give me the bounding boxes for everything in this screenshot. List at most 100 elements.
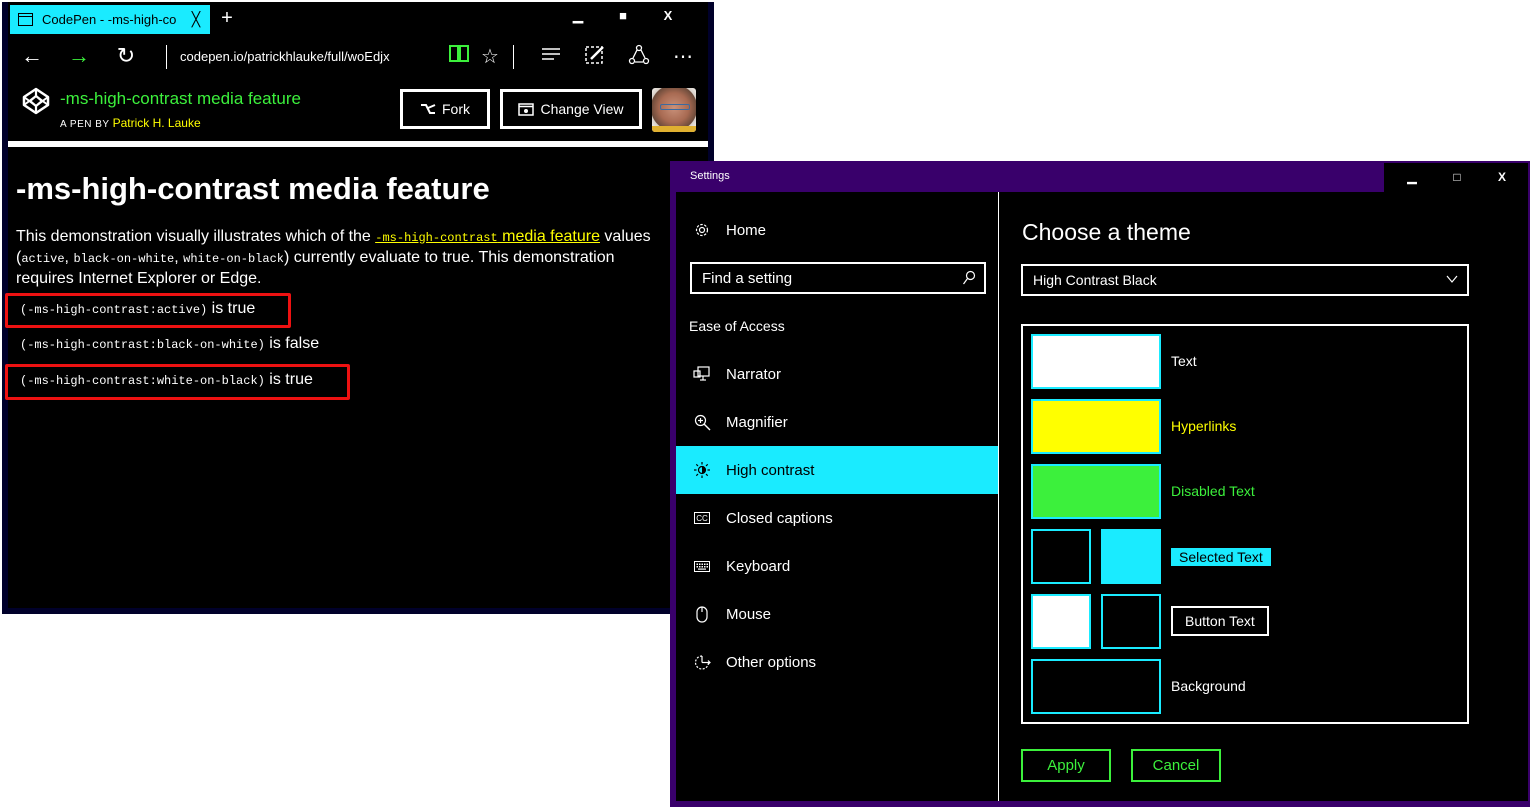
tab-bar: CodePen - -ms-high-co ╳ + ▁ ■ X [8, 2, 708, 35]
settings-window-controls: ▁ □ X [1384, 163, 1528, 192]
narrator-icon [692, 366, 712, 382]
selected-text-preview: Selected Text [1171, 548, 1271, 566]
avatar-shirt [652, 126, 696, 132]
pen-title: -ms-high-contrast media feature [60, 89, 301, 108]
disabled-text-color-swatch[interactable] [1031, 464, 1161, 519]
background-color-swatch[interactable] [1031, 659, 1161, 714]
hyperlinks-color-label: Hyperlinks [1171, 418, 1237, 434]
hyperlinks-color-swatch[interactable] [1031, 399, 1161, 454]
toolbar-separator [513, 45, 514, 69]
browser-tab[interactable]: CodePen - -ms-high-co ╳ [10, 5, 210, 34]
sidebar-item-label: High contrast [726, 461, 815, 479]
other-options-icon [692, 654, 712, 671]
search-icon[interactable] [962, 270, 976, 290]
maximize-button[interactable]: ■ [608, 8, 638, 23]
url-field[interactable]: codepen.io/patrickhlauke/full/woEdjx [180, 49, 390, 64]
cancel-button[interactable]: Cancel [1131, 749, 1221, 782]
settings-close-button[interactable]: X [1487, 170, 1517, 184]
text-color-swatch[interactable] [1031, 334, 1161, 389]
favorite-star-icon[interactable]: ☆ [477, 44, 503, 70]
media-feature-link-code: -ms-high-contrast [375, 231, 498, 245]
tab-title: CodePen - -ms-high-co [42, 12, 177, 27]
value-white-on-black: white-on-black [183, 252, 284, 266]
back-button[interactable]: ← [16, 43, 48, 69]
selected-text-fg-swatch[interactable] [1031, 529, 1091, 584]
fork-button[interactable]: Fork [400, 89, 490, 129]
new-tab-button[interactable]: + [216, 7, 238, 30]
theme-dropdown-value: High Contrast Black [1033, 272, 1157, 288]
find-setting-input[interactable]: Find a setting [690, 262, 986, 294]
web-note-icon[interactable] [582, 44, 608, 70]
settings-body: Home Find a setting Ease of Access Narra… [676, 192, 1528, 801]
mouse-icon [692, 605, 712, 623]
sidebar-item-label: Magnifier [726, 413, 788, 431]
browser-window: CodePen - -ms-high-co ╳ + ▁ ■ X ← → ↻ co… [2, 2, 714, 614]
keyboard-icon [692, 560, 712, 572]
sidebar-item-label: Keyboard [726, 557, 791, 575]
query-result: is true [264, 371, 313, 388]
hub-icon[interactable] [538, 44, 564, 70]
user-avatar[interactable] [652, 88, 696, 132]
minimize-button[interactable]: ▁ [563, 8, 593, 24]
sidebar-item-mouse[interactable]: Mouse [676, 590, 998, 638]
tab-close-icon[interactable]: ╳ [186, 11, 206, 28]
query-code: (-ms-high-contrast:active) [20, 303, 208, 317]
value-active: active [21, 252, 65, 266]
disabled-text-color-label: Disabled Text [1171, 483, 1255, 499]
sidebar-item-home[interactable]: Home [676, 206, 998, 254]
more-icon[interactable]: ⋯ [670, 44, 696, 70]
fork-icon [421, 104, 436, 114]
address-separator [166, 45, 167, 69]
svg-text:CC: CC [696, 514, 708, 523]
value-black-on-white: black-on-white [73, 252, 175, 266]
avatar-glasses [660, 104, 690, 110]
high-contrast-icon [692, 462, 712, 478]
change-view-label: Change View [540, 101, 624, 117]
intro-paragraph: This demonstration visually illustrates … [16, 227, 676, 288]
text-color-label: Text [1171, 353, 1197, 369]
query-result-white-on-black: (-ms-high-contrast:white-on-black) is tr… [20, 371, 313, 389]
query-result: is false [264, 335, 320, 352]
theme-dropdown[interactable]: High Contrast Black [1021, 264, 1469, 296]
sidebar-item-narrator[interactable]: Narrator [676, 350, 998, 398]
settings-main-pane: Choose a theme High Contrast Black Text … [999, 192, 1528, 801]
page-content: -ms-high-contrast media feature This dem… [5, 147, 708, 608]
refresh-button[interactable]: ↻ [110, 43, 142, 69]
forward-button[interactable]: → [63, 43, 95, 69]
button-text-bg-swatch[interactable] [1101, 594, 1161, 649]
pen-byline: A PEN BY Patrick H. Lauke [60, 116, 201, 130]
settings-minimize-button[interactable]: ▁ [1397, 170, 1427, 184]
selected-text-bg-swatch[interactable] [1101, 529, 1161, 584]
change-view-button[interactable]: Change View [500, 89, 642, 129]
media-feature-link-text: media feature [497, 228, 600, 245]
close-button[interactable]: X [653, 8, 683, 23]
sidebar-item-high-contrast[interactable]: High contrast [676, 446, 998, 494]
codepen-logo-icon[interactable] [22, 87, 50, 115]
magnifier-icon [692, 414, 712, 431]
query-result-black-on-white: (-ms-high-contrast:black-on-white) is fa… [20, 335, 319, 353]
theme-color-panel: Text Hyperlinks Disabled Text Selected T… [1021, 324, 1469, 724]
choose-theme-heading: Choose a theme [1022, 219, 1191, 245]
sidebar-item-label: Other options [726, 653, 817, 671]
codepen-header: -ms-high-contrast media feature A PEN BY… [8, 79, 708, 141]
pen-author-link[interactable]: Patrick H. Lauke [113, 116, 201, 130]
sidebar-item-keyboard[interactable]: Keyboard [676, 542, 998, 590]
query-result: is true [207, 300, 256, 317]
media-feature-link[interactable]: -ms-high-contrast media feature [375, 228, 600, 245]
sidebar-item-closed-captions[interactable]: CC Closed captions [676, 494, 998, 542]
sidebar-item-other-options[interactable]: Other options [676, 638, 998, 686]
settings-maximize-button[interactable]: □ [1442, 170, 1472, 184]
sidebar-item-label: Narrator [726, 365, 782, 383]
settings-sidebar: Home Find a setting Ease of Access Narra… [676, 192, 998, 801]
pen-by-label: A PEN BY [60, 119, 110, 130]
sidebar-item-label: Home [726, 221, 767, 239]
sidebar-item-magnifier[interactable]: Magnifier [676, 398, 998, 446]
address-bar: ← → ↻ codepen.io/patrickhlauke/full/woEd… [8, 35, 708, 79]
intro-text: This demonstration visually illustrates … [16, 228, 376, 245]
change-view-icon [518, 102, 535, 116]
reading-view-icon[interactable] [446, 44, 472, 70]
apply-button[interactable]: Apply [1021, 749, 1111, 782]
button-text-fg-swatch[interactable] [1031, 594, 1091, 649]
share-icon[interactable] [626, 44, 652, 70]
query-result-active: (-ms-high-contrast:active) is true [20, 300, 255, 318]
